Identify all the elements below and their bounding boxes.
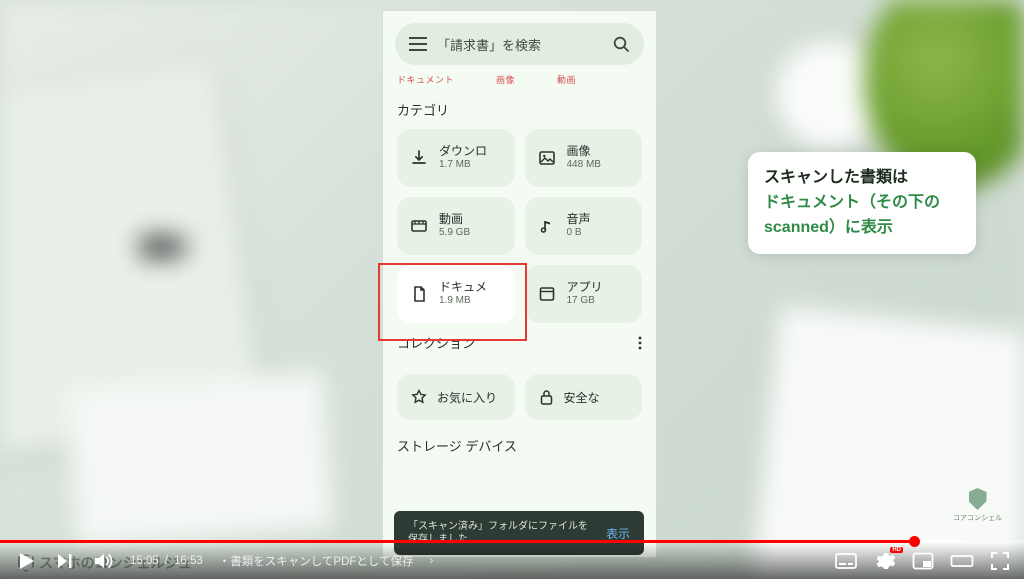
image-icon <box>537 149 557 167</box>
phone-screenshot: 「請求書」を検索 ドキュメント 画像 動画 カテゴリ ダウンロ 1.7 MB <box>382 10 657 558</box>
watermark-badge: コアコンシェル <box>953 488 1002 523</box>
chevron-right-icon[interactable]: › <box>430 555 434 567</box>
toast-action-button[interactable]: 表示 <box>606 525 630 542</box>
category-name: ダウンロ <box>439 144 487 159</box>
volume-button[interactable] <box>92 550 114 572</box>
category-name: ドキュメ <box>439 280 487 295</box>
chapter-title[interactable]: ・書類をスキャンしてPDFとして保存 <box>219 553 414 569</box>
section-collection: コレクション <box>383 323 656 362</box>
category-download[interactable]: ダウンロ 1.7 MB <box>397 129 515 187</box>
collection-row: お気に入り 安全な <box>383 362 656 420</box>
tab-videos[interactable]: 動画 <box>557 73 576 86</box>
category-videos[interactable]: 動画 5.9 GB <box>397 197 515 255</box>
star-icon <box>411 389 427 405</box>
shield-icon <box>969 488 987 510</box>
search-icon[interactable] <box>613 36 630 53</box>
player-controls: 15:05 / 16:53 ・書類をスキャンしてPDFとして保存 › HD <box>0 543 1024 579</box>
tab-documents[interactable]: ドキュメント <box>397 73 454 86</box>
miniplayer-button[interactable] <box>912 552 934 570</box>
category-documents[interactable]: ドキュメ 1.9 MB <box>397 265 515 323</box>
hamburger-icon[interactable] <box>409 37 427 51</box>
current-time: 15:05 <box>130 555 159 567</box>
video-frame: 「請求書」を検索 ドキュメント 画像 動画 カテゴリ ダウンロ 1.7 MB <box>0 0 1024 579</box>
category-size: 1.9 MB <box>439 295 487 308</box>
hd-badge: HD <box>890 547 903 553</box>
search-placeholder: 「請求書」を検索 <box>437 35 603 54</box>
video-icon <box>409 217 429 235</box>
category-size: 5.9 GB <box>439 227 470 240</box>
category-size: 0 B <box>567 227 591 240</box>
document-icon <box>409 285 429 303</box>
collection-safe[interactable]: 安全な <box>525 374 643 420</box>
more-icon[interactable] <box>638 336 642 350</box>
category-name: 動画 <box>439 212 470 227</box>
settings-button[interactable]: HD <box>874 550 896 572</box>
category-name: アプリ <box>567 280 603 295</box>
category-size: 1.7 MB <box>439 159 487 172</box>
category-grid: ダウンロ 1.7 MB 画像 448 MB 動画 5.9 <box>383 129 656 323</box>
annotation-callout: スキャンした書類は ドキュメント（その下のscanned）に表示 <box>748 152 976 254</box>
theater-button[interactable] <box>950 552 974 570</box>
section-category-title: カテゴリ <box>383 92 656 129</box>
callout-line1: スキャンした書類は <box>764 166 960 191</box>
search-bar[interactable]: 「請求書」を検索 <box>395 23 644 65</box>
next-button[interactable] <box>54 550 76 572</box>
collection-favorites[interactable]: お気に入り <box>397 374 515 420</box>
total-time: 16:53 <box>174 555 203 567</box>
section-collection-title: コレクション <box>397 333 475 352</box>
collection-label: お気に入り <box>437 389 497 406</box>
category-images[interactable]: 画像 448 MB <box>525 129 643 187</box>
fullscreen-button[interactable] <box>990 551 1010 571</box>
category-name: 音声 <box>567 212 591 227</box>
category-audio[interactable]: 音声 0 B <box>525 197 643 255</box>
filter-tabs: ドキュメント 画像 動画 <box>383 73 656 92</box>
play-button[interactable] <box>14 549 38 573</box>
apps-icon <box>537 285 557 303</box>
section-storage-title: ストレージ デバイス <box>383 420 656 465</box>
category-size: 448 MB <box>567 159 601 172</box>
time-display: 15:05 / 16:53 <box>130 555 203 567</box>
category-apps[interactable]: アプリ 17 GB <box>525 265 643 323</box>
category-size: 17 GB <box>567 295 603 308</box>
subtitles-button[interactable] <box>834 551 858 571</box>
watermark-label: コアコンシェル <box>953 513 1002 523</box>
tab-images[interactable]: 画像 <box>496 73 515 86</box>
category-name: 画像 <box>567 144 601 159</box>
lock-icon <box>539 389 554 405</box>
callout-line2: ドキュメント（その下のscanned）に表示 <box>764 191 960 241</box>
collection-label: 安全な <box>564 389 600 406</box>
audio-icon <box>537 217 557 235</box>
download-icon <box>409 149 429 167</box>
